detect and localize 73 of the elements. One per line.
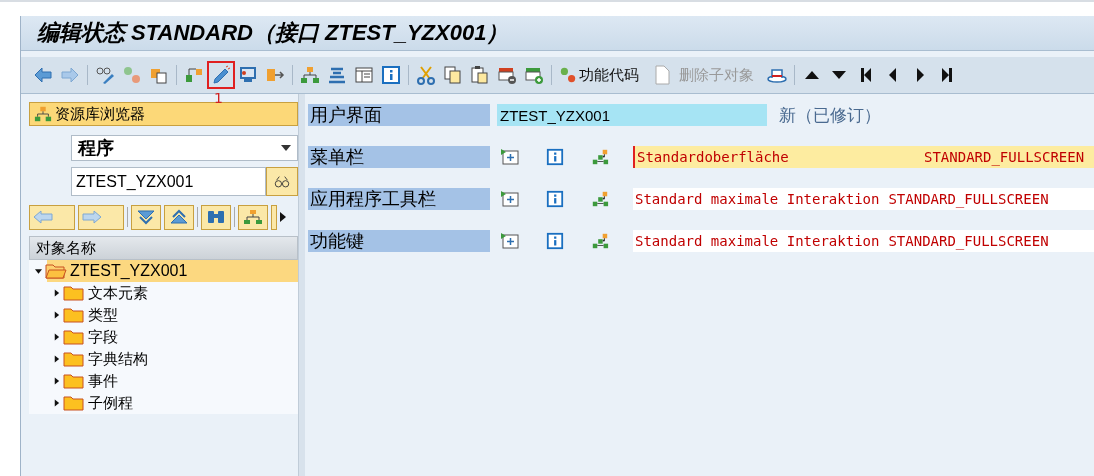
glasses-pencil-icon[interactable] [95, 65, 115, 85]
repository-browser-button[interactable]: 资源库浏览器 [29, 102, 298, 126]
folder-icon [63, 351, 85, 367]
field-label: 菜单栏 [308, 146, 490, 168]
collapse-button[interactable] [131, 204, 161, 230]
hierarchy-icon[interactable] [184, 65, 204, 85]
add-icon[interactable] [500, 232, 520, 250]
expand-triangle-icon[interactable] [53, 333, 60, 341]
field-label: 用户界面 [308, 104, 490, 126]
caret-icon [281, 145, 291, 151]
add-row-icon[interactable] [524, 65, 544, 85]
window-title: 编辑状态 STANDARD（接口 ZTEST_YZX001） [37, 19, 509, 47]
expand-triangle-icon[interactable] [35, 267, 42, 275]
tree-structure-icon[interactable] [300, 65, 320, 85]
object-name-field[interactable]: ZTEST_YZX001 [71, 167, 266, 196]
tree-item[interactable]: 类型 [29, 304, 298, 326]
hierarchy-icon[interactable] [590, 148, 610, 166]
list-lines-icon[interactable] [327, 65, 347, 85]
display-button[interactable] [266, 167, 298, 196]
monitor-icon[interactable] [238, 65, 258, 85]
folder-icon [63, 395, 85, 411]
description-entry[interactable]: Standard maximale Interaktion STANDARD_FULLSCREEN [633, 188, 1094, 210]
folder-icon [63, 373, 85, 389]
info-icon[interactable] [381, 65, 401, 85]
hierarchy-button[interactable] [238, 204, 268, 230]
binoculars-icon [206, 209, 226, 225]
tree-item[interactable]: 文本元素 [29, 282, 298, 304]
interface-name-field: ZTEST_YZX001 [497, 104, 767, 126]
window-icon[interactable] [354, 65, 374, 85]
expand-icon [169, 209, 189, 225]
scissors-icon[interactable] [416, 65, 436, 85]
info-icon[interactable] [545, 148, 565, 166]
tree-item[interactable]: 子例程 [29, 392, 298, 414]
forward-arrow-icon [81, 210, 103, 224]
more-arrow-icon[interactable] [280, 212, 286, 222]
add-icon[interactable] [500, 148, 520, 166]
add-icon[interactable] [500, 190, 520, 208]
hierarchy-icon[interactable] [590, 190, 610, 208]
column-header: 对象名称 [29, 236, 298, 260]
tree-item[interactable]: 字段 [29, 326, 298, 348]
back-arrow-icon[interactable] [33, 65, 53, 85]
info-icon[interactable] [545, 232, 565, 250]
info-icon[interactable] [545, 190, 565, 208]
function-code-button[interactable]: 功能代码 [559, 65, 645, 85]
field-label: 应用程序工具栏 [308, 188, 490, 210]
hierarchy-icon[interactable] [590, 232, 610, 250]
expand-button[interactable] [164, 204, 194, 230]
tree-item[interactable]: 事件 [29, 370, 298, 392]
back-arrow-icon [32, 210, 54, 224]
expand-triangle-icon[interactable] [53, 355, 60, 363]
object-type-dropdown[interactable]: 程序 [71, 135, 298, 161]
delete-row-icon[interactable] [497, 65, 517, 85]
collapse-icon [136, 209, 156, 225]
status-text: 新（已修订） [779, 103, 881, 127]
folder-icon [63, 285, 85, 301]
folder-icon [45, 263, 67, 279]
annotation-number: 1 [214, 91, 223, 105]
description-entry[interactable]: Standardoberfläche STANDARD_FULLSCREEN [633, 146, 1094, 168]
binoculars-button[interactable] [201, 204, 231, 230]
expand-triangle-icon[interactable] [53, 311, 60, 319]
hierarchy-icon [243, 209, 263, 225]
field-label: 功能键 [308, 230, 490, 252]
folder-icon [63, 329, 85, 345]
expand-triangle-icon[interactable] [53, 377, 60, 385]
copy-icon[interactable] [443, 65, 463, 85]
expand-triangle-icon[interactable] [53, 289, 60, 297]
tree-item[interactable]: 字典结构 [29, 348, 298, 370]
circles-icon [559, 66, 577, 84]
paste-icon[interactable] [470, 65, 490, 85]
description-entry[interactable]: Standard maximale Interaktion STANDARD_FULLSCREEN [633, 230, 1094, 252]
folder-icon [63, 307, 85, 323]
expand-triangle-icon[interactable] [53, 399, 60, 407]
hierarchy-icon [34, 105, 52, 123]
